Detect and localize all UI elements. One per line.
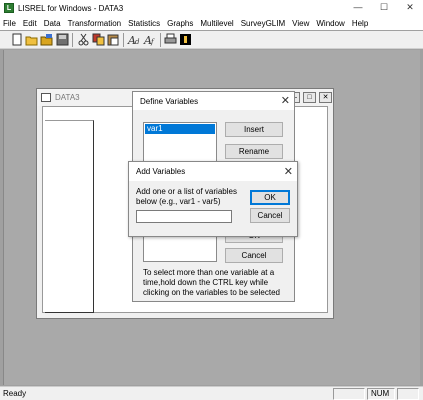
- multi-select-hint: To select more than one variable at a ti…: [143, 268, 280, 297]
- menu-help[interactable]: Help: [352, 19, 368, 28]
- data3-maximize-button[interactable]: □: [303, 92, 316, 103]
- status-pane: [397, 388, 419, 400]
- toolbar-separator: [72, 33, 73, 47]
- menu-file[interactable]: File: [3, 19, 16, 28]
- add-variables-prompt: Add one or a list of variables below (e.…: [136, 187, 237, 206]
- menu-multilevel[interactable]: Multilevel: [200, 19, 233, 28]
- svg-text:f: f: [150, 38, 155, 46]
- status-pane: [333, 388, 365, 400]
- add-cancel-button[interactable]: Cancel: [250, 208, 290, 223]
- data3-title: DATA3: [55, 93, 80, 102]
- lisrel-logo-icon: L: [4, 3, 14, 13]
- toolbar-separator: [160, 33, 161, 47]
- close-icon[interactable]: ✕: [284, 165, 293, 178]
- save-icon[interactable]: [55, 33, 69, 47]
- window-controls: — ☐ ✕: [345, 0, 423, 16]
- menu-edit[interactable]: Edit: [23, 19, 37, 28]
- italic-a-alt-icon[interactable]: Af: [143, 33, 157, 47]
- menubar: File Edit Data Transformation Statistics…: [0, 16, 423, 30]
- add-variables-title: Add Variables: [136, 167, 186, 176]
- num-lock-indicator: NUM: [367, 388, 395, 400]
- maximize-button[interactable]: ☐: [371, 0, 397, 16]
- menu-surveyglim[interactable]: SurveyGLIM: [241, 19, 285, 28]
- open-icon[interactable]: [40, 33, 54, 47]
- italic-a-icon[interactable]: Ad: [127, 33, 141, 47]
- rename-button[interactable]: Rename: [225, 144, 283, 159]
- open-folder-icon[interactable]: [25, 33, 39, 47]
- status-text: Ready: [3, 389, 27, 398]
- print-icon[interactable]: [163, 33, 177, 47]
- insert-button[interactable]: Insert: [225, 122, 283, 137]
- menu-data[interactable]: Data: [44, 19, 61, 28]
- spreadsheet-icon: [41, 93, 51, 102]
- menu-graphs[interactable]: Graphs: [167, 19, 193, 28]
- menu-window[interactable]: Window: [316, 19, 344, 28]
- menu-statistics[interactable]: Statistics: [128, 19, 160, 28]
- copy-icon[interactable]: [91, 33, 105, 47]
- minimize-button[interactable]: —: [345, 0, 371, 16]
- app-titlebar: L LISREL for Windows - DATA3 — ☐ ✕: [0, 0, 423, 16]
- row-header-column: [45, 120, 94, 313]
- add-ok-button[interactable]: OK: [250, 190, 290, 205]
- toolbar: Ad Af: [0, 31, 423, 49]
- paste-icon[interactable]: [106, 33, 120, 47]
- define-cancel-button[interactable]: Cancel: [225, 248, 283, 263]
- toolbar-separator: [123, 33, 124, 47]
- new-file-icon[interactable]: [10, 33, 24, 47]
- svg-text:d: d: [135, 38, 140, 46]
- status-bar: Ready NUM: [0, 386, 423, 400]
- close-button[interactable]: ✕: [397, 0, 423, 16]
- variables-input[interactable]: [136, 210, 232, 223]
- data3-close-button[interactable]: ✕: [319, 92, 332, 103]
- define-variables-titlebar: Define Variables ✕: [133, 92, 294, 110]
- cut-icon[interactable]: [76, 33, 90, 47]
- define-variables-title: Define Variables: [140, 97, 199, 106]
- menu-transformation[interactable]: Transformation: [68, 19, 122, 28]
- app-title: LISREL for Windows - DATA3: [18, 3, 124, 13]
- add-variables-dialog: Add Variables ✕ Add one or a list of var…: [128, 161, 298, 237]
- lisrel-app-window: L LISREL for Windows - DATA3 — ☐ ✕ File …: [0, 0, 423, 400]
- close-icon[interactable]: ✕: [281, 94, 290, 107]
- help-icon[interactable]: [178, 33, 192, 47]
- add-variables-titlebar: Add Variables ✕: [129, 162, 297, 181]
- menu-view[interactable]: View: [292, 19, 309, 28]
- list-item[interactable]: var1: [145, 124, 215, 134]
